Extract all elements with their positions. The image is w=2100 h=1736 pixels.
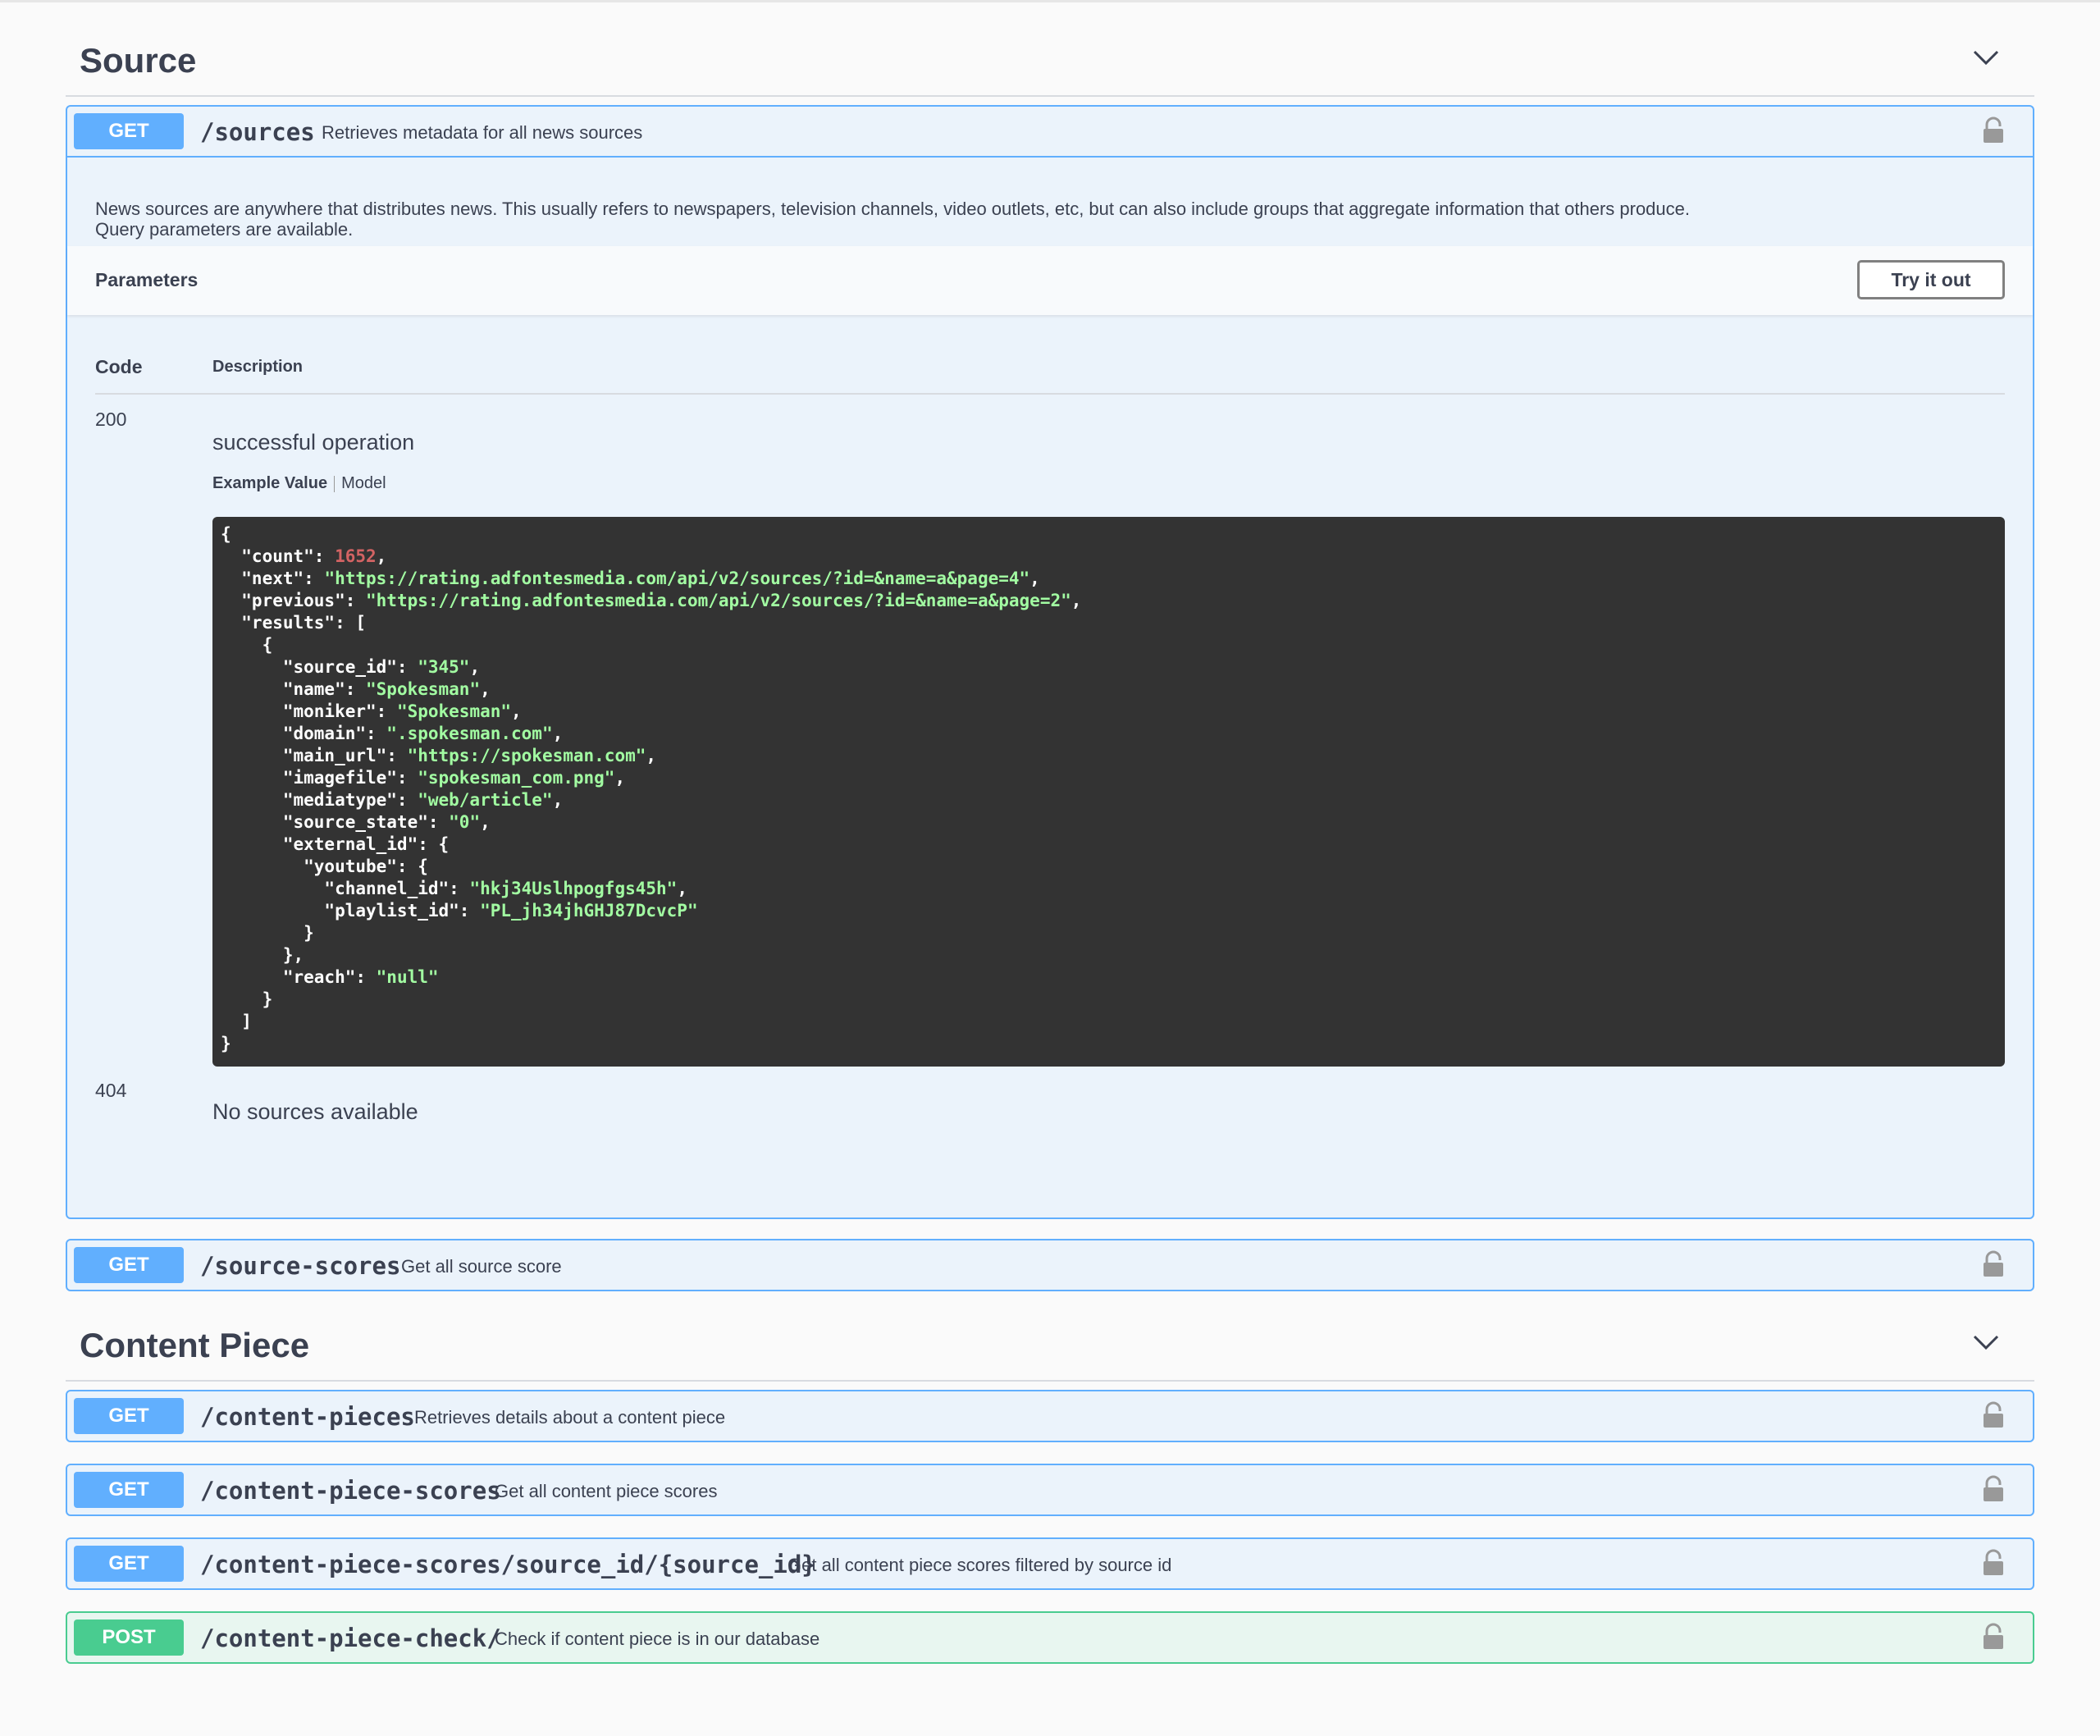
operation-summary[interactable]: POST /content-piece-check/ Check if cont… [67,1613,2033,1662]
operation-summary[interactable]: GET /content-piece-scores/source_id/{sou… [67,1539,2033,1588]
operation-get-content-piece-scores[interactable]: GET /content-piece-scores Get all conten… [66,1464,2034,1516]
json-value: "Spokesman" [396,701,512,721]
top-divider [0,0,2100,2]
endpoint-path: /content-piece-scores [200,1477,501,1505]
lock-icon[interactable] [1982,116,2005,144]
endpoint-path: /sources [200,118,315,146]
operation-summary[interactable]: GET /sources Retrieves metadata for all … [67,107,2033,158]
json-value: "https://rating.adfontesmedia.com/api/v2… [324,569,1030,588]
endpoint-path: /source-scores [200,1252,401,1280]
json-value: "web/article" [418,790,553,810]
example-code-block[interactable]: { "count": 1652, "next": "https://rating… [212,517,2005,1067]
method-badge: GET [74,1546,184,1582]
endpoint-path: /content-piece-check/ [200,1624,501,1652]
parameters-bar: Parameters Try it out [67,246,2033,315]
response-description: No sources available [212,1099,418,1124]
endpoint-summary: Get all source score [401,1256,562,1277]
json-value: "Spokesman" [366,679,481,699]
chevron-down-icon[interactable] [1972,1332,2000,1352]
try-it-out-button[interactable]: Try it out [1857,260,2005,299]
json-value: "345" [418,657,470,677]
operation-post-content-piece-check[interactable]: POST /content-piece-check/ Check if cont… [66,1611,2034,1664]
endpoint-summary: Retrieves metadata for all news sources [322,122,643,143]
lock-icon[interactable] [1982,1401,2005,1429]
operation-get-content-pieces[interactable]: GET /content-pieces Retrieves details ab… [66,1390,2034,1442]
json-value: ".spokesman.com" [386,724,553,743]
chevron-down-icon[interactable] [1972,48,2000,67]
method-badge: GET [74,113,184,149]
tab-model[interactable]: Model [341,474,386,492]
column-header-description: Description [212,358,304,376]
section-title: Source [80,41,197,80]
json-value: "spokesman_com.png" [418,768,615,788]
operation-summary[interactable]: GET /content-pieces Retrieves details ab… [67,1391,2033,1441]
header-divider [95,393,2005,395]
endpoint-summary: Get all content piece scores [495,1481,718,1501]
endpoint-path: /content-piece-scores/source_id/{source_… [200,1551,816,1578]
lock-icon[interactable] [1982,1549,2005,1577]
endpoint-summary: Get all content piece scores filtered by… [788,1555,1172,1575]
json-value: "PL_jh34jhGHJ87DcvcP" [480,901,698,921]
lock-icon[interactable] [1982,1475,2005,1503]
parameters-title: Parameters [95,269,199,290]
operation-get-content-piece-scores-by-source[interactable]: GET /content-piece-scores/source_id/{sou… [66,1537,2034,1590]
operation-summary[interactable]: GET /source-scores Get all source score [67,1240,2033,1290]
responses-table: Code Description 200 successful operatio… [67,315,2033,1175]
response-code: 404 [95,1080,127,1101]
tab-separator [334,475,336,492]
operation-get-source-scores[interactable]: GET /source-scores Get all source score [66,1239,2034,1291]
operation-summary[interactable]: GET /content-piece-scores Get all conten… [67,1465,2033,1514]
method-badge: POST [74,1620,184,1656]
json-value: 1652 [335,546,377,566]
method-badge: GET [74,1398,184,1434]
endpoint-summary: Check if content piece is in our databas… [495,1629,820,1649]
tab-example-value[interactable]: Example Value [212,474,327,492]
operation-description: News sources are anywhere that distribut… [67,158,2033,246]
response-description: successful operation [212,430,415,455]
lock-icon[interactable] [1982,1250,2005,1278]
json-value: "https://spokesman.com" [407,746,646,765]
column-header-code: Code [95,356,143,377]
description-line: News sources are anywhere that distribut… [95,199,1691,219]
example-tabs: Example Value Model [212,474,386,493]
endpoint-summary: Retrieves details about a content piece [414,1407,726,1428]
json-value: "0" [449,812,481,832]
endpoint-path: /content-pieces [200,1403,415,1431]
description-line: Query parameters are available. [95,219,354,240]
lock-icon[interactable] [1982,1623,2005,1651]
section-header-content-piece[interactable]: Content Piece [66,1290,2034,1382]
json-value: "https://rating.adfontesmedia.com/api/v2… [366,591,1071,610]
method-badge: GET [74,1472,184,1508]
section-title: Content Piece [80,1326,310,1364]
json-value: "hkj34Uslhpogfgs45h" [469,879,678,898]
json-value: "null" [376,967,439,987]
section-header-source[interactable]: Source [66,5,2034,97]
operation-get-sources: GET /sources Retrieves metadata for all … [66,105,2034,1219]
response-code: 200 [95,409,127,430]
method-badge: GET [74,1247,184,1283]
